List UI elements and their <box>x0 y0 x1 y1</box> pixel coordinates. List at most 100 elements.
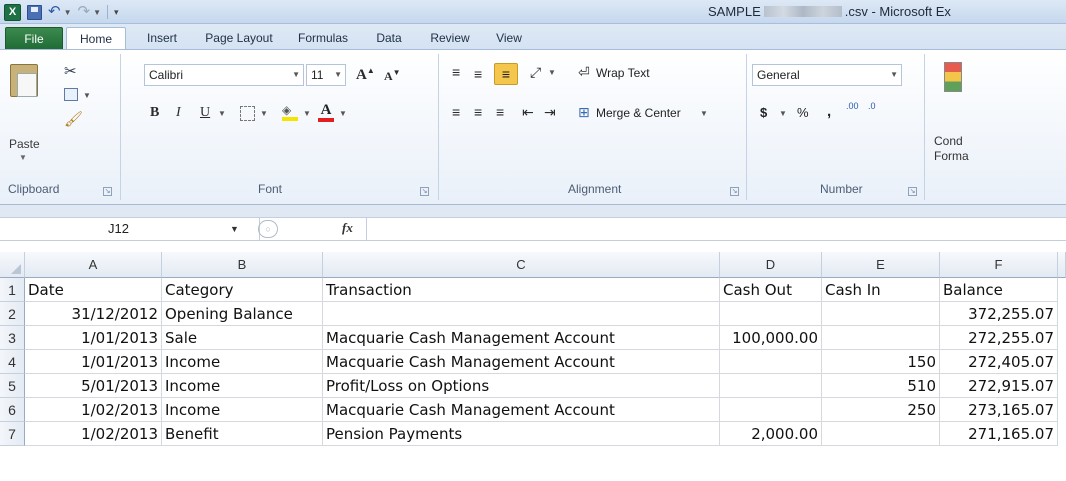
cell-d2[interactable] <box>720 302 822 326</box>
decrease-indent-icon[interactable]: ⇤ <box>522 104 534 121</box>
wrap-text-button[interactable]: Wrap Text <box>596 66 650 80</box>
cell-b4[interactable]: Income <box>162 350 323 374</box>
row-header[interactable]: 4 <box>0 350 25 374</box>
clipboard-launcher-icon[interactable]: ↘ <box>103 187 112 196</box>
cell-b6[interactable]: Income <box>162 398 323 422</box>
cell-b3[interactable]: Sale <box>162 326 323 350</box>
excel-logo-icon[interactable]: X <box>4 3 21 21</box>
cell-f3[interactable]: 272,255.07 <box>940 326 1058 350</box>
save-icon[interactable] <box>27 4 42 20</box>
cell-a3[interactable]: 1/01/2013 <box>25 326 162 350</box>
cell-c6[interactable]: Macquarie Cash Management Account <box>323 398 720 422</box>
cell-d3[interactable]: 100,000.00 <box>720 326 822 350</box>
column-header-a[interactable]: A <box>25 252 162 278</box>
column-header-f[interactable]: F <box>940 252 1058 278</box>
select-all-corner[interactable] <box>0 252 25 278</box>
cell-b5[interactable]: Income <box>162 374 323 398</box>
underline-button[interactable]: U <box>200 105 210 121</box>
comma-style-button[interactable]: , <box>827 103 831 120</box>
cell-a5[interactable]: 5/01/2013 <box>25 374 162 398</box>
paste-button-label[interactable]: Paste <box>9 137 40 151</box>
name-box-dropdown-icon[interactable]: ▼ <box>230 224 239 234</box>
align-right-icon[interactable]: ≡ <box>496 104 504 120</box>
align-bottom-icon[interactable]: ≡ <box>494 63 518 85</box>
font-color-icon[interactable]: A <box>318 102 334 122</box>
font-size-combo[interactable]: 11 ▼ <box>306 64 346 86</box>
cell-e2[interactable] <box>822 302 940 326</box>
cell-e1[interactable]: Cash In <box>822 278 940 302</box>
font-name-combo[interactable]: Calibri ▼ <box>144 64 304 86</box>
number-format-combo[interactable]: General ▼ <box>752 64 902 86</box>
align-center-icon[interactable]: ≡ <box>474 104 482 120</box>
align-left-icon[interactable]: ≡ <box>452 104 460 120</box>
cell-a4[interactable]: 1/01/2013 <box>25 350 162 374</box>
cell-a7[interactable]: 1/02/2013 <box>25 422 162 446</box>
tab-review[interactable]: Review <box>420 27 480 50</box>
name-box[interactable]: J12 <box>4 218 260 240</box>
tab-file[interactable]: File <box>5 27 63 50</box>
cell-f2[interactable]: 372,255.07 <box>940 302 1058 326</box>
cell-f1[interactable]: Balance <box>940 278 1058 302</box>
tab-formulas[interactable]: Formulas <box>288 27 358 50</box>
number-launcher-icon[interactable]: ↘ <box>908 187 917 196</box>
cell-c1[interactable]: Transaction <box>323 278 720 302</box>
increase-decimal-button[interactable]: .00 <box>846 102 859 111</box>
shrink-font-button[interactable]: A▼ <box>384 68 401 84</box>
cell-b7[interactable]: Benefit <box>162 422 323 446</box>
align-middle-icon[interactable]: ≡ <box>474 66 482 82</box>
row-header[interactable]: 1 <box>0 278 25 302</box>
increase-indent-icon[interactable]: ⇥ <box>544 104 556 121</box>
tab-page-layout[interactable]: Page Layout <box>196 27 282 50</box>
row-header[interactable]: 3 <box>0 326 25 350</box>
bold-button[interactable]: B <box>150 105 159 121</box>
tab-insert[interactable]: Insert <box>134 27 190 50</box>
cell-e4[interactable]: 150 <box>822 350 940 374</box>
undo-dropdown-icon[interactable]: ▼ <box>64 8 72 17</box>
cell-d6[interactable] <box>720 398 822 422</box>
row-header[interactable]: 5 <box>0 374 25 398</box>
underline-dropdown-icon[interactable]: ▼ <box>218 109 226 118</box>
redo-icon[interactable]: ↷ <box>78 4 91 20</box>
cell-c2[interactable] <box>323 302 720 326</box>
paste-dropdown-icon[interactable]: ▼ <box>19 153 27 162</box>
fill-color-icon[interactable]: ◈ <box>282 104 298 122</box>
borders-dropdown-icon[interactable]: ▼ <box>260 109 268 118</box>
redo-dropdown-icon[interactable]: ▼ <box>93 8 101 17</box>
grow-font-button[interactable]: A▲ <box>356 66 375 84</box>
cell-f4[interactable]: 272,405.07 <box>940 350 1058 374</box>
cell-a2[interactable]: 31/12/2012 <box>25 302 162 326</box>
cell-e6[interactable]: 250 <box>822 398 940 422</box>
column-header-g[interactable] <box>1058 252 1066 278</box>
cell-d1[interactable]: Cash Out <box>720 278 822 302</box>
cell-c3[interactable]: Macquarie Cash Management Account <box>323 326 720 350</box>
conditional-formatting-icon[interactable] <box>944 62 962 92</box>
undo-icon[interactable]: ↶ <box>48 4 61 20</box>
borders-icon[interactable] <box>240 106 255 121</box>
conditional-formatting-button[interactable]: Cond Forma <box>934 134 969 164</box>
paste-icon[interactable] <box>10 64 38 97</box>
merge-dropdown-icon[interactable]: ▼ <box>700 109 708 118</box>
cell-e3[interactable] <box>822 326 940 350</box>
insert-function-button[interactable]: fx <box>342 220 353 236</box>
column-header-d[interactable]: D <box>720 252 822 278</box>
copy-icon[interactable] <box>64 88 78 101</box>
copy-dropdown-icon[interactable]: ▼ <box>83 91 91 100</box>
currency-button[interactable]: $ <box>760 105 767 120</box>
align-top-icon[interactable]: ≡ <box>452 64 460 80</box>
tab-home[interactable]: Home <box>66 27 126 51</box>
row-header[interactable]: 6 <box>0 398 25 422</box>
row-header[interactable]: 2 <box>0 302 25 326</box>
alignment-launcher-icon[interactable]: ↘ <box>730 187 739 196</box>
orientation-dropdown-icon[interactable]: ▼ <box>548 68 556 77</box>
cell-e5[interactable]: 510 <box>822 374 940 398</box>
cell-d5[interactable] <box>720 374 822 398</box>
cell-c7[interactable]: Pension Payments <box>323 422 720 446</box>
cut-icon[interactable]: ✂ <box>64 62 77 80</box>
cell-c4[interactable]: Macquarie Cash Management Account <box>323 350 720 374</box>
format-painter-icon[interactable]: 🖌 <box>64 110 83 128</box>
column-header-b[interactable]: B <box>162 252 323 278</box>
merge-center-icon[interactable]: ⊞ <box>578 104 590 121</box>
fill-color-dropdown-icon[interactable]: ▼ <box>303 109 311 118</box>
cell-b2[interactable]: Opening Balance <box>162 302 323 326</box>
orientation-icon[interactable]: ⤢ <box>530 64 541 81</box>
